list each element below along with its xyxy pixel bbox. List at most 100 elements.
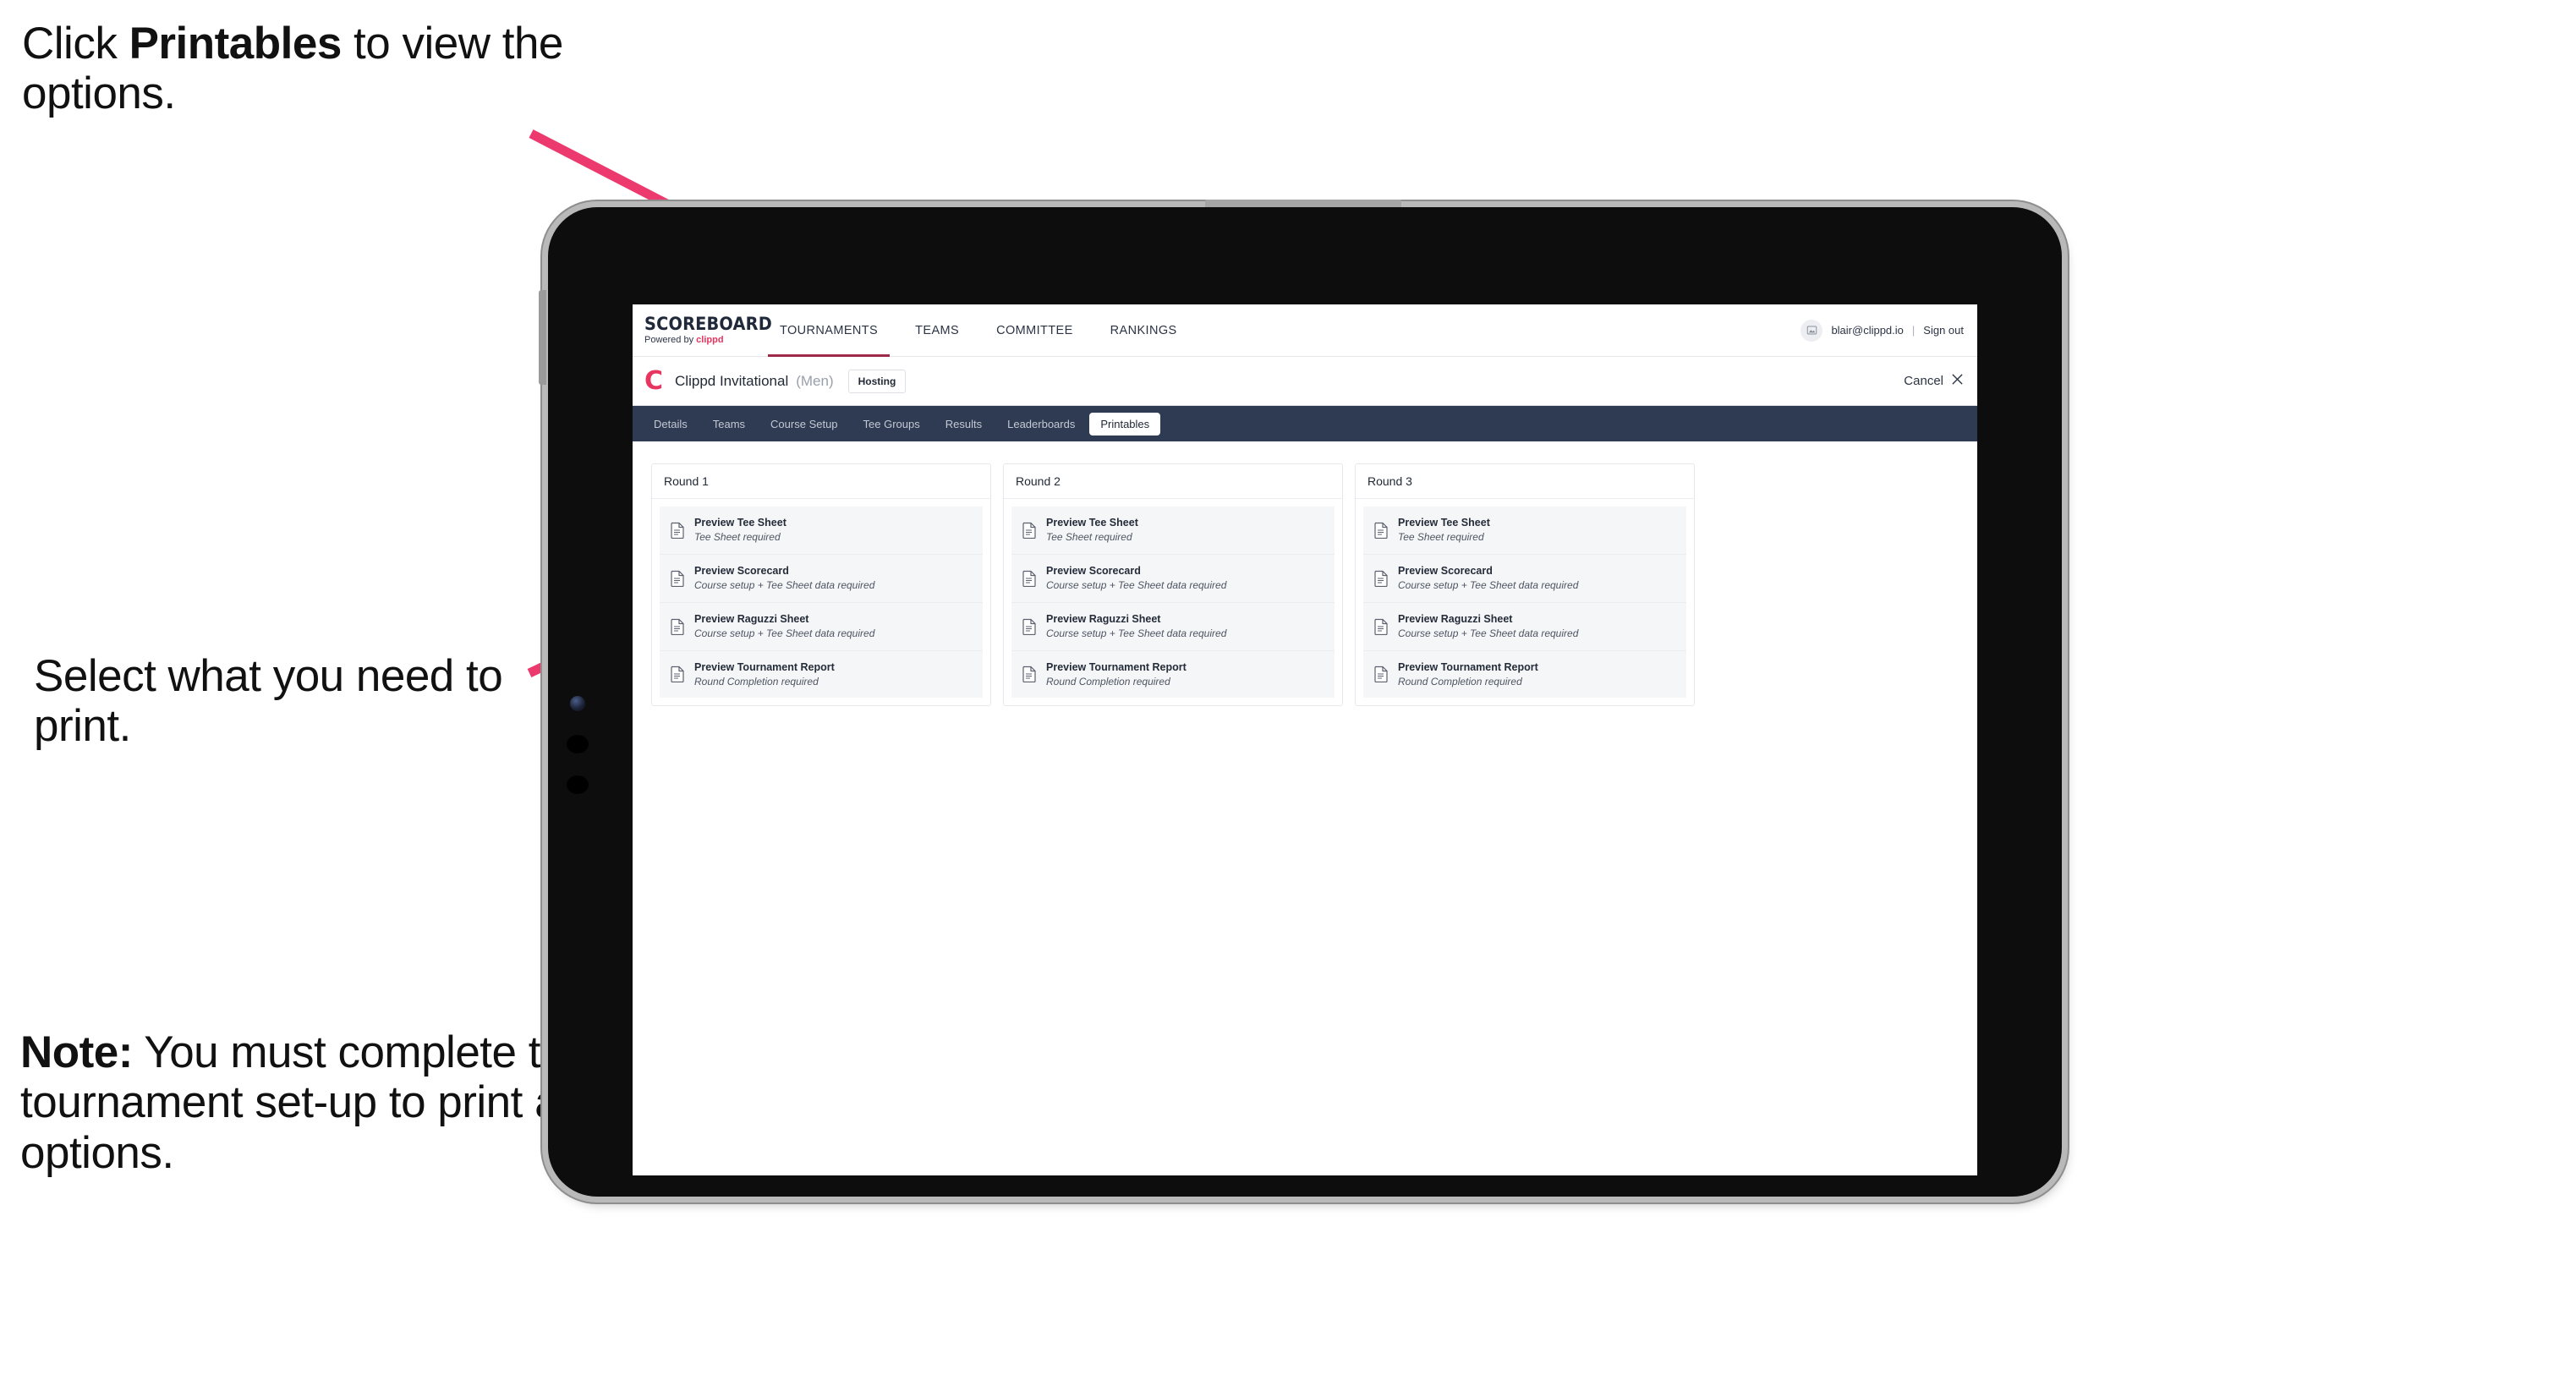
printable-item-tournament-report[interactable]: Preview Tournament Report Round Completi… (1363, 650, 1686, 698)
document-icon (1022, 570, 1037, 587)
printable-item-subtitle: Round Completion required (694, 675, 819, 688)
sign-out-link[interactable]: Sign out (1923, 324, 1964, 337)
printable-item-subtitle: Course setup + Tee Sheet data required (1046, 579, 1227, 592)
printables-content: Round 1 Preview Tee Sheet Tee Sheet requ… (633, 441, 1977, 729)
document-icon (1022, 618, 1037, 635)
nav-item-committee[interactable]: COMMITTEE (978, 304, 1092, 357)
round-card: Round 1 Preview Tee Sheet Tee Sheet requ… (651, 463, 991, 707)
printable-item-tournament-report[interactable]: Preview Tournament Report Round Completi… (660, 650, 983, 698)
printable-item-text: Preview Tee Sheet Tee Sheet required (694, 516, 787, 545)
tab-course-setup[interactable]: Course Setup (759, 413, 849, 436)
printable-item-text: Preview Raguzzi Sheet Course setup + Tee… (694, 612, 874, 641)
printable-item-text: Preview Scorecard Course setup + Tee She… (1398, 564, 1578, 593)
printable-item-title: Preview Raguzzi Sheet (1046, 612, 1161, 625)
tab-results[interactable]: Results (934, 413, 993, 436)
printable-item-title: Preview Tournament Report (1398, 660, 1538, 673)
document-icon (1373, 570, 1389, 587)
document-icon (1022, 666, 1037, 683)
round-items-list: Preview Tee Sheet Tee Sheet required Pre… (652, 499, 990, 705)
printable-item-subtitle: Tee Sheet required (694, 531, 781, 544)
printable-item-title: Preview Tee Sheet (694, 517, 787, 529)
printable-item-text: Preview Scorecard Course setup + Tee She… (694, 564, 874, 593)
document-icon (670, 618, 685, 635)
tablet-device-frame: SCOREBOARD Powered by clippd TOURNAMENTS… (539, 200, 2062, 1197)
printable-item-text: Preview Tournament Report Round Completi… (1398, 660, 1538, 689)
tournament-gender-label: (Men) (796, 372, 834, 389)
tournament-tab-bar: Details Teams Course Setup Tee Groups Re… (633, 406, 1977, 441)
top-nav-user-area: blair@clippd.io | Sign out (1800, 319, 1977, 342)
user-avatar-icon[interactable] (1800, 319, 1823, 342)
tablet-button-volume-down[interactable] (567, 775, 589, 794)
tab-teams[interactable]: Teams (702, 413, 756, 436)
status-badge-hosting[interactable]: Hosting (847, 369, 907, 393)
printable-item-title: Preview Tournament Report (1046, 660, 1187, 673)
printable-item-text: Preview Raguzzi Sheet Course setup + Tee… (1398, 612, 1578, 641)
printable-item-title: Preview Tournament Report (694, 660, 835, 673)
printable-item-text: Preview Tournament Report Round Completi… (694, 660, 835, 689)
printable-item-raguzzi-sheet[interactable]: Preview Raguzzi Sheet Course setup + Tee… (1011, 602, 1335, 651)
tablet-top-button[interactable] (1205, 200, 1401, 207)
tab-tee-groups[interactable]: Tee Groups (852, 413, 931, 436)
printable-item-subtitle: Course setup + Tee Sheet data required (1398, 627, 1579, 639)
user-separator: | (1911, 324, 1916, 337)
tab-printables[interactable]: Printables (1089, 412, 1161, 436)
tab-leaderboards[interactable]: Leaderboards (996, 413, 1086, 436)
printable-item-raguzzi-sheet[interactable]: Preview Raguzzi Sheet Course setup + Tee… (660, 602, 983, 651)
brand-powered-by: Powered by clippd (644, 336, 761, 345)
printable-item-tee-sheet[interactable]: Preview Tee Sheet Tee Sheet required (660, 507, 983, 555)
round-card: Round 3 Preview Tee Sheet Tee Sheet requ… (1355, 463, 1695, 707)
printable-item-scorecard[interactable]: Preview Scorecard Course setup + Tee She… (1363, 554, 1686, 603)
printable-item-scorecard[interactable]: Preview Scorecard Course setup + Tee She… (1011, 554, 1335, 603)
printable-item-title: Preview Raguzzi Sheet (1398, 612, 1513, 625)
annotation-note-label: Note: (20, 1027, 133, 1077)
tablet-side-button[interactable] (539, 290, 546, 385)
printable-item-tournament-report[interactable]: Preview Tournament Report Round Completi… (1011, 650, 1335, 698)
printable-item-title: Preview Scorecard (1398, 564, 1493, 577)
document-icon (670, 666, 685, 683)
printable-item-title: Preview Scorecard (1046, 564, 1141, 577)
nav-item-rankings[interactable]: RANKINGS (1092, 304, 1196, 357)
annotation-select-what-to-print: Select what you need to print. (34, 651, 503, 752)
round-title: Round 2 (1004, 464, 1342, 499)
brand-clippd-name: clippd (696, 335, 724, 345)
printable-item-subtitle: Course setup + Tee Sheet data required (694, 627, 875, 639)
document-icon (1022, 522, 1037, 540)
close-icon (1951, 373, 1964, 389)
tab-details[interactable]: Details (643, 413, 699, 436)
nav-item-teams[interactable]: TEAMS (896, 304, 978, 357)
cancel-button[interactable]: Cancel (1904, 373, 1964, 389)
printable-item-title: Preview Raguzzi Sheet (694, 612, 809, 625)
printable-item-text: Preview Tee Sheet Tee Sheet required (1398, 516, 1490, 545)
document-icon (1373, 522, 1389, 540)
printable-item-subtitle: Round Completion required (1046, 675, 1170, 688)
top-navigation-bar: SCOREBOARD Powered by clippd TOURNAMENTS… (633, 304, 1977, 357)
printable-item-subtitle: Tee Sheet required (1398, 531, 1484, 544)
app-screen: SCOREBOARD Powered by clippd TOURNAMENTS… (633, 304, 1977, 1175)
document-icon (1373, 666, 1389, 683)
document-icon (670, 522, 685, 540)
printable-item-tee-sheet[interactable]: Preview Tee Sheet Tee Sheet required (1011, 507, 1335, 555)
round-items-list: Preview Tee Sheet Tee Sheet required Pre… (1004, 499, 1342, 705)
printable-item-title: Preview Tee Sheet (1046, 517, 1138, 529)
printable-item-raguzzi-sheet[interactable]: Preview Raguzzi Sheet Course setup + Tee… (1363, 602, 1686, 651)
tournament-name: Clippd Invitational (675, 372, 789, 389)
printable-item-subtitle: Tee Sheet required (1046, 531, 1132, 544)
printable-item-scorecard[interactable]: Preview Scorecard Course setup + Tee She… (660, 554, 983, 603)
printable-item-text: Preview Tee Sheet Tee Sheet required (1046, 516, 1138, 545)
printable-item-subtitle: Course setup + Tee Sheet data required (1398, 579, 1579, 592)
top-nav-menu: TOURNAMENTS TEAMS COMMITTEE RANKINGS (761, 304, 1196, 357)
printable-item-tee-sheet[interactable]: Preview Tee Sheet Tee Sheet required (1363, 507, 1686, 555)
document-icon (670, 570, 685, 587)
user-email: blair@clippd.io (1831, 324, 1904, 337)
document-icon (1373, 618, 1389, 635)
printable-item-subtitle: Course setup + Tee Sheet data required (1046, 627, 1227, 639)
printable-item-subtitle: Round Completion required (1398, 675, 1522, 688)
printable-item-text: Preview Scorecard Course setup + Tee She… (1046, 564, 1226, 593)
cancel-button-label: Cancel (1904, 374, 1943, 388)
annotation-click-pre: Click (22, 19, 129, 68)
nav-item-tournaments[interactable]: TOURNAMENTS (761, 304, 896, 357)
tablet-button-volume-up[interactable] (567, 735, 589, 753)
brand-logo[interactable]: SCOREBOARD Powered by clippd (633, 315, 772, 345)
clippd-logo-icon: C (644, 365, 664, 396)
printable-item-text: Preview Tournament Report Round Completi… (1046, 660, 1187, 689)
